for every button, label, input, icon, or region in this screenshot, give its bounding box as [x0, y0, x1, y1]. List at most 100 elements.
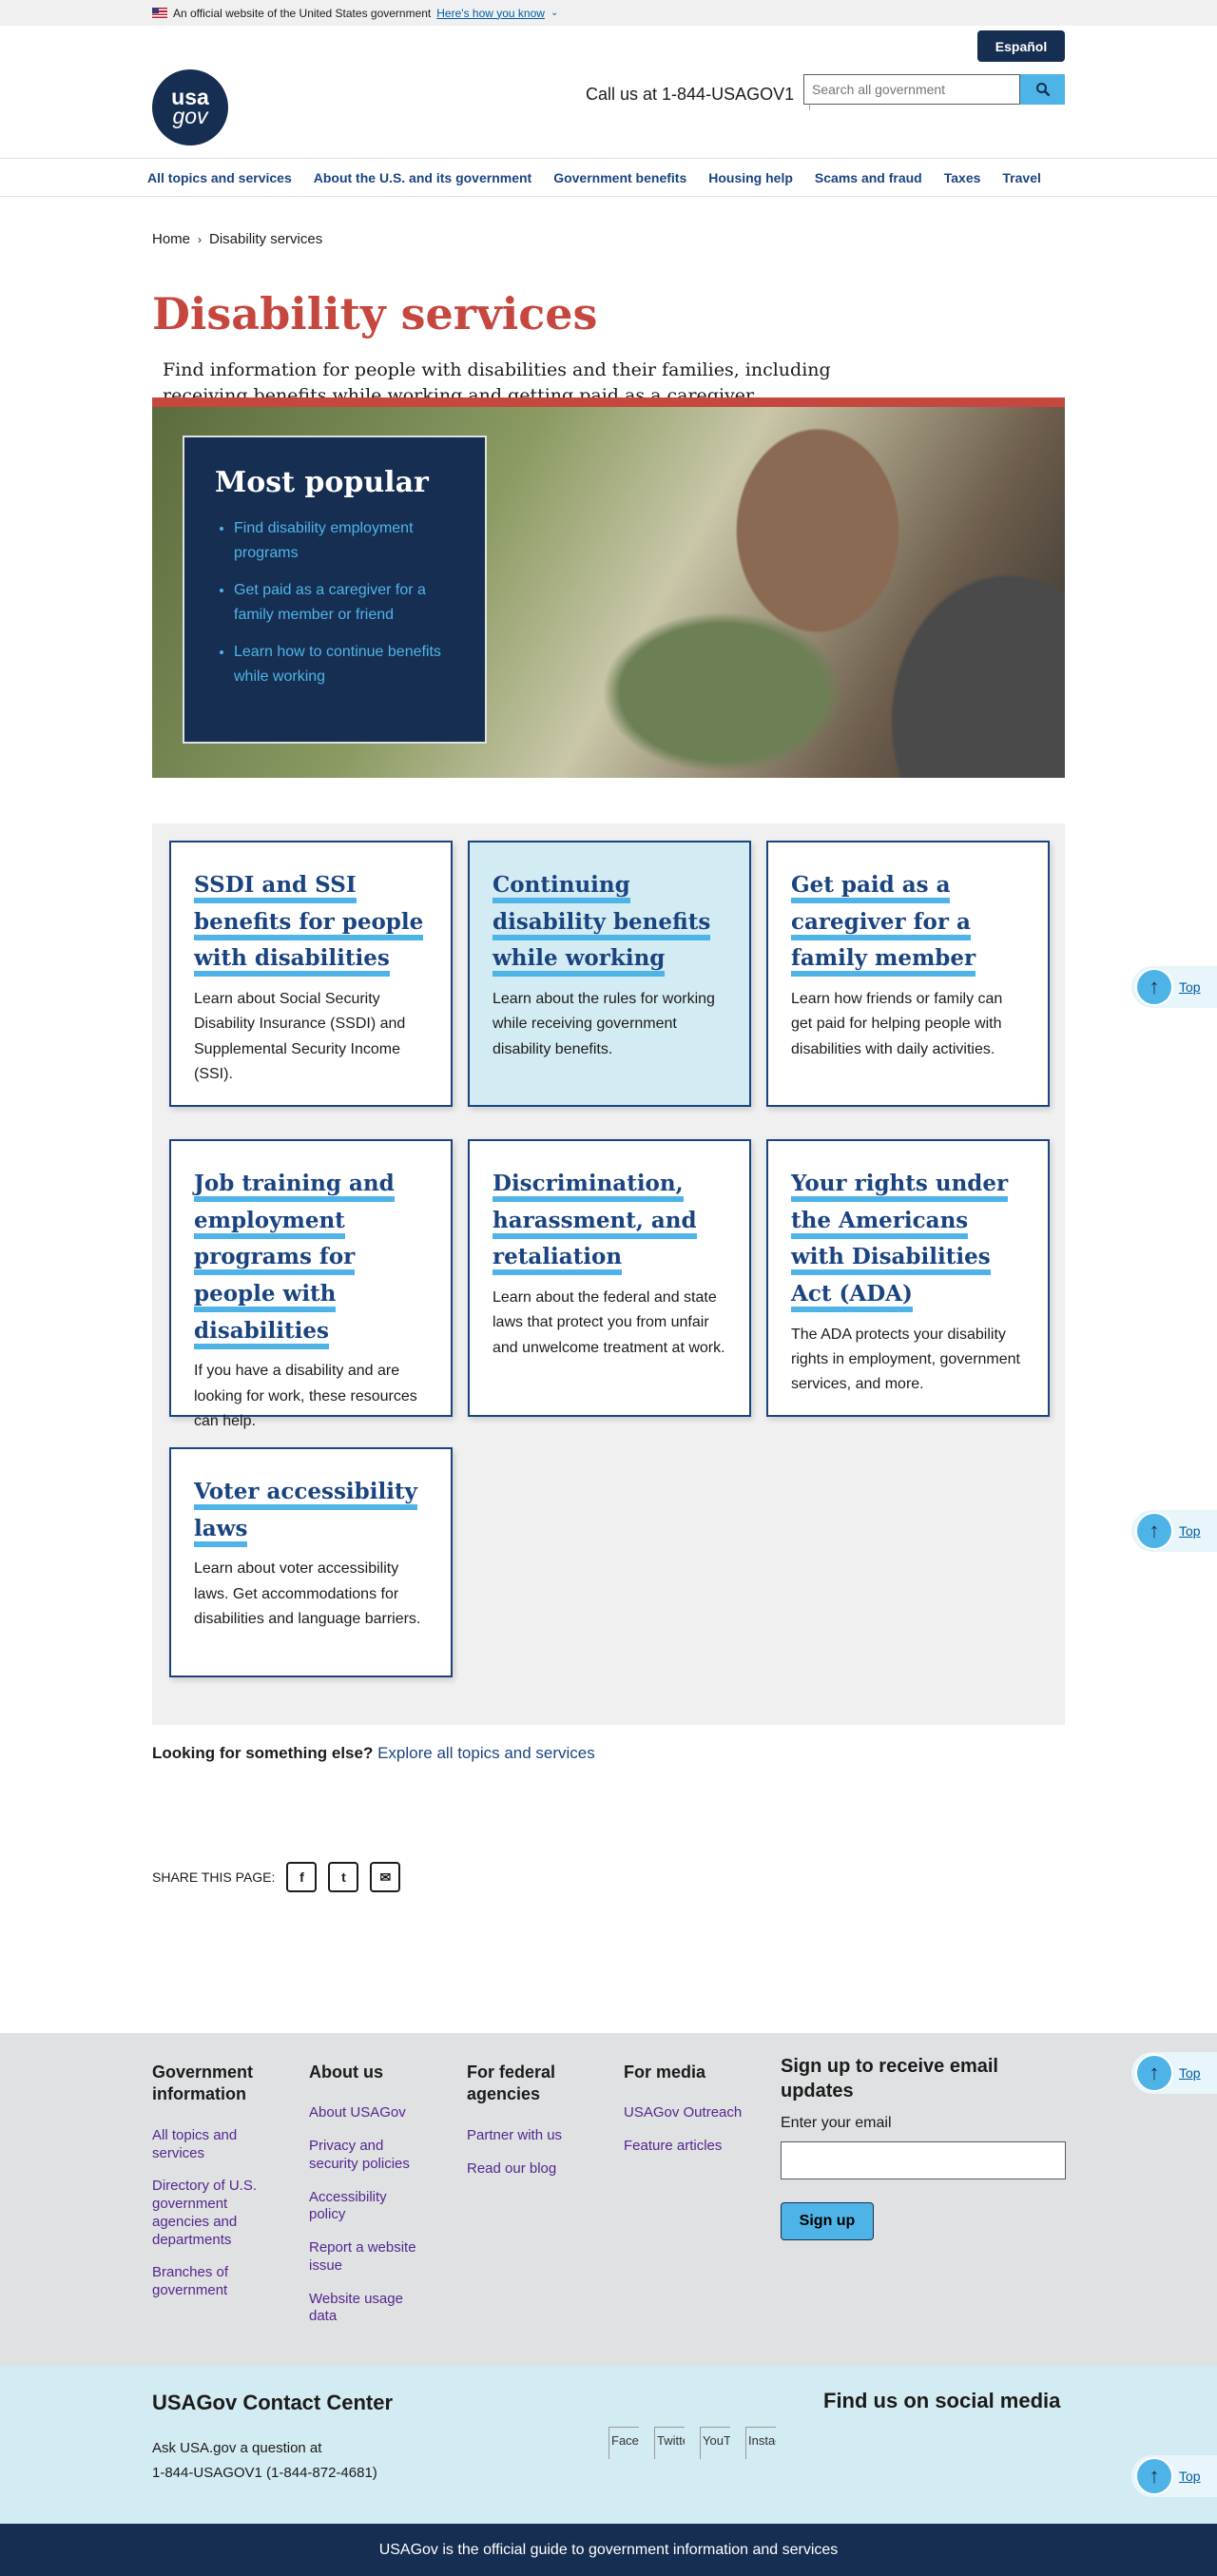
footer-col-title: About us [309, 2063, 383, 2082]
share-bar: SHARE THIS PAGE: f t ✉ [152, 1862, 401, 1892]
popular-link-caregiver[interactable]: Get paid as a caregiver for a family mem… [234, 582, 426, 623]
nav-item-benefits[interactable]: Government benefits [553, 170, 686, 185]
contact-text: Ask USA.gov a question at 1-844-USAGOV1 … [152, 2436, 377, 2487]
search-input[interactable] [803, 74, 1020, 105]
contact-phone: 1-844-USAGOV1 (1-844-872-4681) [152, 2465, 377, 2482]
footer-col-federal-agencies: For federal agencies Partner with us Rea… [467, 2062, 581, 2193]
search-icon [1035, 83, 1050, 97]
most-popular-title: Most popular [215, 466, 429, 499]
arrow-up-icon: ↑ [1135, 1512, 1173, 1550]
footer-link[interactable]: Read our blog [467, 2160, 581, 2179]
footer-link[interactable]: Website usage data [309, 2291, 423, 2327]
bottom-bar: USAGov is the official guide to governme… [0, 2524, 1217, 2576]
back-to-top-button[interactable]: ↑ Top [1131, 1510, 1217, 1552]
popular-link-employment[interactable]: Find disability employment programs [234, 520, 414, 561]
chevron-down-icon[interactable]: ⌄ [551, 8, 558, 18]
footer-col-about-us: About us About USAGov Privacy and securi… [309, 2062, 423, 2341]
list-item: Get paid as a caregiver for a family mem… [234, 578, 454, 627]
footer-link[interactable]: All topics and services [152, 2127, 266, 2163]
gov-banner: An official website of the United States… [0, 0, 1217, 26]
nav-item-scams[interactable]: Scams and fraud [815, 170, 922, 185]
breadcrumb: Home › Disability services [152, 231, 322, 247]
footer-link[interactable]: Accessibility policy [309, 2189, 423, 2225]
breadcrumb-home[interactable]: Home [152, 231, 190, 247]
breadcrumb-current: Disability services [209, 231, 323, 247]
popular-link-benefits[interactable]: Learn how to continue benefits while wor… [234, 644, 441, 685]
card-ada-rights[interactable]: Your rights under the Americans with Dis… [766, 1139, 1050, 1417]
card-voter-accessibility[interactable]: Voter accessibility laws Learn about vot… [169, 1447, 453, 1677]
footer-col-media: For media USAGov Outreach Feature articl… [624, 2062, 757, 2171]
looking-label: Looking for something else? [152, 1744, 374, 1762]
social-icons: Facebook Twitter YouTube Instagram [608, 2427, 776, 2459]
page-title: Disability services [152, 288, 598, 339]
top-label: Top [1179, 2469, 1201, 2484]
twitter-share-icon[interactable]: t [328, 1862, 359, 1892]
logo-gov: gov [172, 104, 208, 128]
card-text: If you have a disability and are looking… [194, 1363, 417, 1429]
card-title: Voter accessibility laws [194, 1479, 417, 1547]
footer-col-title: For federal agencies [467, 2063, 556, 2104]
footer-link[interactable]: Report a website issue [309, 2239, 423, 2276]
card-title: Get paid as a caregiver for a family mem… [791, 872, 976, 978]
card-title: Continuing disability benefits while wor… [493, 872, 711, 978]
back-to-top-button[interactable]: ↑ Top [1131, 2052, 1217, 2094]
card-job-training[interactable]: Job training and employment programs for… [169, 1139, 453, 1429]
top-label: Top [1179, 979, 1201, 995]
youtube-icon[interactable]: YouTube [700, 2427, 730, 2459]
card-text: Learn about Social Security Disability I… [194, 990, 406, 1083]
footer-col-gov-info: Government information All topics and se… [152, 2062, 266, 2315]
card-text: Learn about the federal and state laws t… [493, 1288, 725, 1356]
contact-line-1: Ask USA.gov a question at [152, 2440, 322, 2456]
search-button[interactable] [1020, 74, 1065, 105]
card-text: The ADA protects your disability rights … [791, 1326, 1020, 1393]
footer-link[interactable]: About USAGov [309, 2104, 423, 2122]
card-text: Learn about the rules for working while … [493, 990, 715, 1057]
nav-item-housing[interactable]: Housing help [708, 170, 793, 185]
email-share-icon[interactable]: ✉ [370, 1862, 401, 1892]
site-header: usa gov Español Call us at 1-844-USAGOV1 [0, 26, 1217, 159]
footer-col-title: For media [624, 2063, 706, 2082]
looking-for-else: Looking for something else? Explore all … [152, 1744, 595, 1763]
back-to-top-button[interactable]: ↑ Top [1131, 2455, 1217, 2497]
twitter-icon[interactable]: Twitter [654, 2427, 685, 2459]
chevron-right-icon: › [198, 232, 203, 246]
call-us-text: Call us at 1-844-USAGOV1 [586, 78, 811, 110]
most-popular-box: Most popular Find disability employment … [183, 436, 487, 744]
sign-up-button[interactable]: Sign up [781, 2202, 874, 2240]
footer-link[interactable]: Partner with us [467, 2127, 581, 2145]
card-text: Learn how friends or family can get paid… [791, 990, 1003, 1057]
card-continuing-benefits[interactable]: Continuing disability benefits while wor… [468, 841, 751, 1107]
signup-title: Sign up to receive email updates [781, 2056, 998, 2101]
facebook-icon[interactable]: Facebook [608, 2427, 639, 2459]
how-you-know-link[interactable]: Here's how you know [436, 7, 545, 20]
footer-link[interactable]: Privacy and security policies [309, 2138, 423, 2174]
card-title: Discrimination, harassment, and retaliat… [493, 1171, 697, 1276]
site-footer: Government information All topics and se… [0, 2033, 1217, 2366]
nav-item-taxes[interactable]: Taxes [944, 170, 981, 185]
email-label: Enter your email [781, 2115, 892, 2131]
nav-item-all-topics[interactable]: All topics and services [147, 170, 292, 185]
facebook-share-icon[interactable]: f [286, 1862, 318, 1892]
back-to-top-button[interactable]: ↑ Top [1131, 966, 1217, 1008]
card-ssdi-ssi[interactable]: SSDI and SSI benefits for people with di… [169, 841, 453, 1107]
arrow-up-icon: ↑ [1135, 968, 1173, 1006]
usagov-logo[interactable]: usa gov [152, 69, 228, 145]
share-label: SHARE THIS PAGE: [152, 1869, 276, 1885]
footer-col-title: Government information [152, 2063, 254, 2104]
footer-link[interactable]: Directory of U.S. government agencies an… [152, 2178, 266, 2249]
nav-item-travel[interactable]: Travel [1002, 170, 1040, 185]
arrow-up-icon: ↑ [1135, 2457, 1173, 2495]
espanol-button[interactable]: Español [977, 30, 1065, 62]
page-intro: Find information for people with disabil… [163, 359, 831, 399]
footer-link[interactable]: Branches of government [152, 2264, 266, 2300]
footer-link[interactable]: Feature articles [624, 2138, 757, 2156]
card-discrimination[interactable]: Discrimination, harassment, and retaliat… [468, 1139, 751, 1417]
card-text: Learn about voter accessibility laws. Ge… [194, 1560, 421, 1628]
instagram-icon[interactable]: Instagram [745, 2427, 776, 2459]
search-form [803, 74, 1065, 105]
card-caregiver[interactable]: Get paid as a caregiver for a family mem… [766, 841, 1050, 1107]
footer-link[interactable]: USAGov Outreach [624, 2104, 757, 2122]
email-field[interactable] [781, 2141, 1066, 2179]
explore-all-link[interactable]: Explore all topics and services [377, 1744, 595, 1762]
nav-item-about-us[interactable]: About the U.S. and its government [314, 170, 531, 185]
